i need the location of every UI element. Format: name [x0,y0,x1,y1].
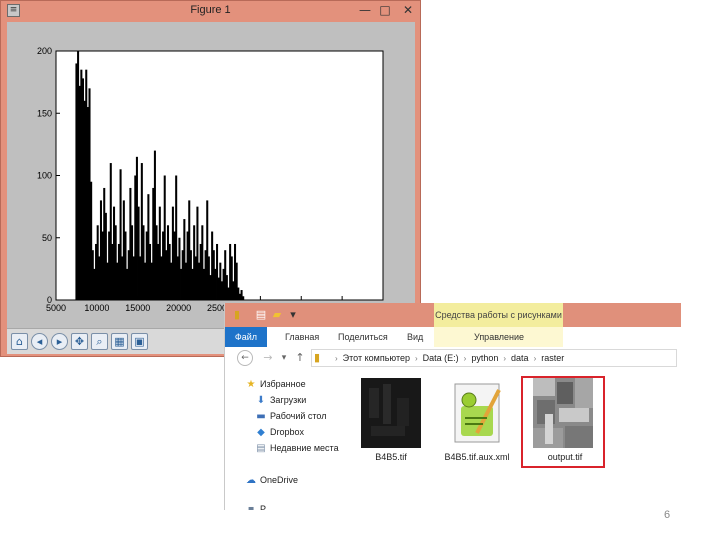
configure-subplots-icon[interactable]: ▦ [111,333,128,350]
explorer-titlebar: ▮ ▤ ▰ ▾ Средства работы с рисунками [225,303,681,327]
address-folder-icon: ▮ [314,351,321,364]
address-bar[interactable]: ▮ › Этот компьютер › Data (E:) › python › data ›… [311,349,677,367]
file-item-b4b5-aux-xml[interactable]: B4B5.tif.aux.xml [435,376,519,468]
save-icon[interactable]: ▣ [131,333,148,350]
figure-canvas[interactable]: 050100150200 500010000150002000025000300… [7,22,415,328]
nav-item-label: Dropbox [270,427,305,437]
forward-button[interactable]: → [261,350,275,366]
nav-item[interactable]: ⬇ Загрузки [255,393,306,408]
breadcrumb-item[interactable]: Data (E:) [423,353,459,363]
address-row: ← → ▾ ↑ ▮ › Этот компьютер › Data (E:) › pyth… [225,347,681,369]
histogram-bar [242,296,245,300]
nav-item-label: Рабочий стол [270,411,327,421]
folder-icon[interactable]: ▮ [231,308,243,321]
breadcrumb-separator-icon[interactable]: › [534,354,537,363]
new-folder-icon[interactable]: ▰ [271,308,283,321]
onedrive-icon: ☁ [246,475,256,486]
zoom-icon[interactable]: ⌕ [91,333,108,350]
ribbon-tabs: Файл Главная Поделиться Вид Управление [225,327,681,348]
explorer-window: ▮ ▤ ▰ ▾ Средства работы с рисунками Файл… [224,303,681,510]
recent-places-icon: ▤ [256,443,266,454]
tab-share[interactable]: Поделиться [338,327,388,347]
file-item-b4b5-tif[interactable]: B4B5.tif [349,376,433,468]
tab-file[interactable]: Файл [225,327,267,347]
picture-tools-label: Средства работы с рисунками [434,303,563,327]
nav-item[interactable]: ▬ Рабочий стол [255,409,327,424]
tab-view[interactable]: Вид [407,327,423,347]
x-tick-label: 20000 [166,303,191,313]
figure-titlebar[interactable]: ≡ Figure 1 — □ ✕ [1,1,420,21]
breadcrumb-item[interactable]: Этот компьютер [343,353,410,363]
y-tick-label: 200 [37,46,52,56]
x-tick-label: 15000 [125,303,150,313]
dropdown-icon[interactable]: ▾ [287,308,299,321]
navigation-pane: ★ Избранное ⬇ Загрузки ▬ Рабочий стол ◆ Dropbox… [225,369,355,510]
close-button[interactable]: ✕ [399,3,417,17]
nav-item-label: Загрузки [270,395,307,405]
nav-item[interactable]: ▪ Р... [245,502,272,510]
properties-icon[interactable]: ▤ [255,308,267,321]
star-icon: ★ [246,379,256,390]
nav-item[interactable]: ☁ OneDrive [245,473,298,488]
breadcrumb-item[interactable]: data [511,353,529,363]
y-tick-label: 100 [37,171,52,181]
histogram-plot: 050100150200 500010000150002000025000300… [37,46,396,313]
breadcrumb: › Этот компьютер › Data (E:) › python › data › ra… [330,350,564,366]
dark-raster-image [361,378,421,448]
x-tick-label: 10000 [84,303,109,313]
maximize-button[interactable]: □ [376,3,394,17]
forward-icon[interactable]: ▸ [51,333,68,350]
nav-item[interactable]: ▤ Недавние места [255,441,339,456]
nav-item-label: Р... [260,504,272,510]
breadcrumb-item[interactable]: python [471,353,498,363]
slide-number: 6 [664,509,671,521]
breadcrumb-separator-icon[interactable]: › [335,354,338,363]
back-icon[interactable]: ◂ [31,333,48,350]
raster-thumbnail [361,378,421,448]
dropbox-icon: ◆ [257,427,265,438]
desktop-icon: ▬ [256,411,266,422]
grayscale-raster-thumbnail [533,378,593,448]
file-item-output-tif[interactable]: output.tif [521,376,605,468]
tab-manage[interactable]: Управление [474,327,524,347]
tab-home[interactable]: Главная [285,327,319,347]
nav-item[interactable]: ★ Избранное [245,377,306,392]
computer-icon: ▪ [247,504,255,510]
file-name: B4B5.tif.aux.xml [444,452,510,462]
pan-icon[interactable]: ✥ [71,333,88,350]
minimize-button[interactable]: — [356,3,374,17]
nav-item-label: Избранное [260,379,306,389]
nav-item-label: Недавние места [270,443,339,453]
file-name: output.tif [547,452,583,462]
up-button[interactable]: ↑ [293,350,307,366]
downloads-icon: ⬇ [256,395,266,406]
breadcrumb-item[interactable]: raster [541,353,564,363]
x-tick-label: 5000 [46,303,66,313]
y-tick-label: 150 [37,108,52,118]
file-name: B4B5.tif [375,452,407,462]
xml-file-icon [447,378,507,448]
output-raster-image [533,378,593,448]
nav-item-label: OneDrive [260,475,299,485]
nav-item[interactable]: ◆ Dropbox [255,425,304,440]
breadcrumb-separator-icon[interactable]: › [503,354,506,363]
y-tick-label: 50 [42,233,52,243]
breadcrumb-separator-icon[interactable]: › [464,354,467,363]
home-icon[interactable]: ⌂ [11,333,28,350]
notepad-plus-plus-icon [454,383,501,443]
back-button[interactable]: ← [237,350,253,366]
recent-locations-button[interactable]: ▾ [279,350,289,366]
breadcrumb-separator-icon[interactable]: › [415,354,418,363]
